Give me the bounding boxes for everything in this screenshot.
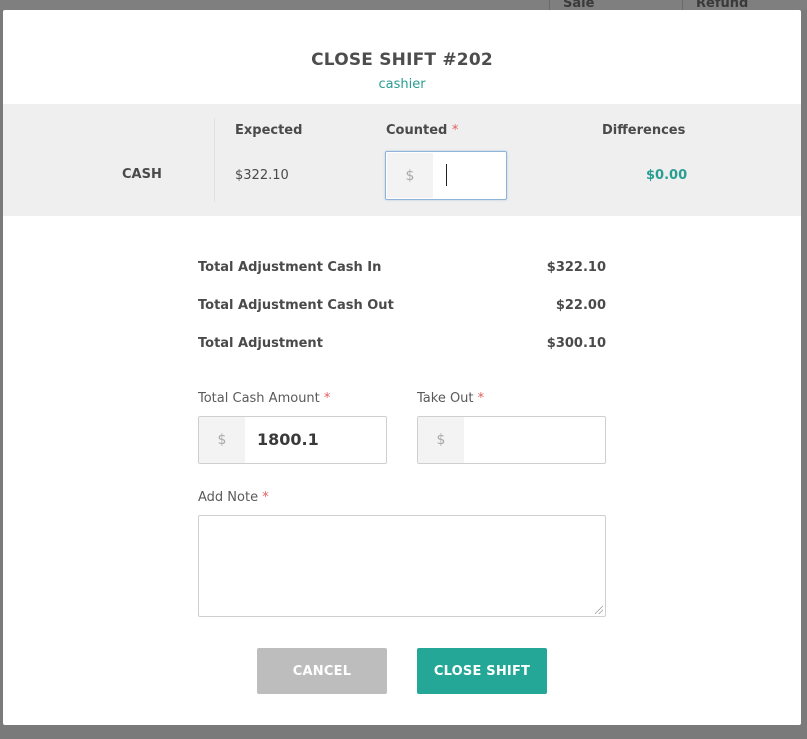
total-cash-label-text: Total Cash Amount bbox=[198, 391, 320, 406]
total-cash-label: Total Cash Amount * bbox=[198, 391, 330, 406]
column-expected: Expected bbox=[235, 123, 303, 138]
take-out-label: Take Out * bbox=[417, 391, 484, 406]
text-cursor bbox=[446, 164, 447, 186]
total-cash-input[interactable]: $ 1800.1 bbox=[198, 416, 387, 464]
summary-row-cash-in: Total Adjustment Cash In $322.10 bbox=[198, 260, 606, 275]
summary-label: Total Adjustment Cash In bbox=[198, 260, 382, 275]
total-cash-value: 1800.1 bbox=[257, 430, 319, 449]
modal-subtitle: cashier bbox=[378, 77, 426, 92]
summary-value: $300.10 bbox=[546, 336, 606, 351]
required-marker: * bbox=[477, 391, 485, 406]
background-table-header: Sale Refund bbox=[0, 0, 807, 11]
close-shift-button[interactable]: CLOSE SHIFT bbox=[417, 648, 547, 694]
required-marker: * bbox=[451, 123, 459, 138]
difference-value: $0.00 bbox=[646, 168, 688, 183]
summary-label: Total Adjustment Cash Out bbox=[198, 298, 394, 313]
cash-divider bbox=[214, 118, 215, 202]
cancel-button[interactable]: CANCEL bbox=[257, 648, 387, 694]
column-differences: Differences bbox=[602, 123, 686, 138]
add-note-textarea[interactable] bbox=[198, 515, 606, 617]
take-out-input[interactable]: $ bbox=[417, 416, 606, 464]
currency-prefix: $ bbox=[418, 417, 464, 463]
bg-divider bbox=[682, 0, 683, 10]
summary-value: $322.10 bbox=[546, 260, 606, 275]
column-counted-label: Counted bbox=[386, 123, 448, 138]
add-note-label: Add Note * bbox=[198, 490, 269, 505]
bg-divider bbox=[549, 0, 550, 10]
required-marker: * bbox=[262, 490, 269, 505]
modal-title: CLOSE SHIFT #202 bbox=[311, 50, 493, 70]
summary-value: $22.00 bbox=[555, 298, 606, 313]
close-shift-modal: CLOSE SHIFT #202 cashier Expected Counte… bbox=[3, 10, 801, 725]
required-marker: * bbox=[323, 391, 331, 406]
summary-row-total: Total Adjustment $300.10 bbox=[198, 336, 606, 351]
summary-label: Total Adjustment bbox=[198, 336, 323, 351]
counted-cash-input[interactable]: $ bbox=[385, 151, 507, 200]
currency-prefix: $ bbox=[387, 153, 433, 198]
add-note-label-text: Add Note bbox=[198, 490, 259, 505]
take-out-label-text: Take Out bbox=[417, 391, 474, 406]
column-counted: Counted * bbox=[386, 123, 458, 138]
resize-grip-icon[interactable] bbox=[595, 606, 603, 614]
cash-row-label: CASH bbox=[122, 167, 162, 182]
modal-header: CLOSE SHIFT #202 cashier bbox=[3, 10, 801, 104]
expected-cash-value: $322.10 bbox=[235, 168, 289, 183]
currency-prefix: $ bbox=[199, 417, 245, 463]
summary-row-cash-out: Total Adjustment Cash Out $22.00 bbox=[198, 298, 606, 313]
